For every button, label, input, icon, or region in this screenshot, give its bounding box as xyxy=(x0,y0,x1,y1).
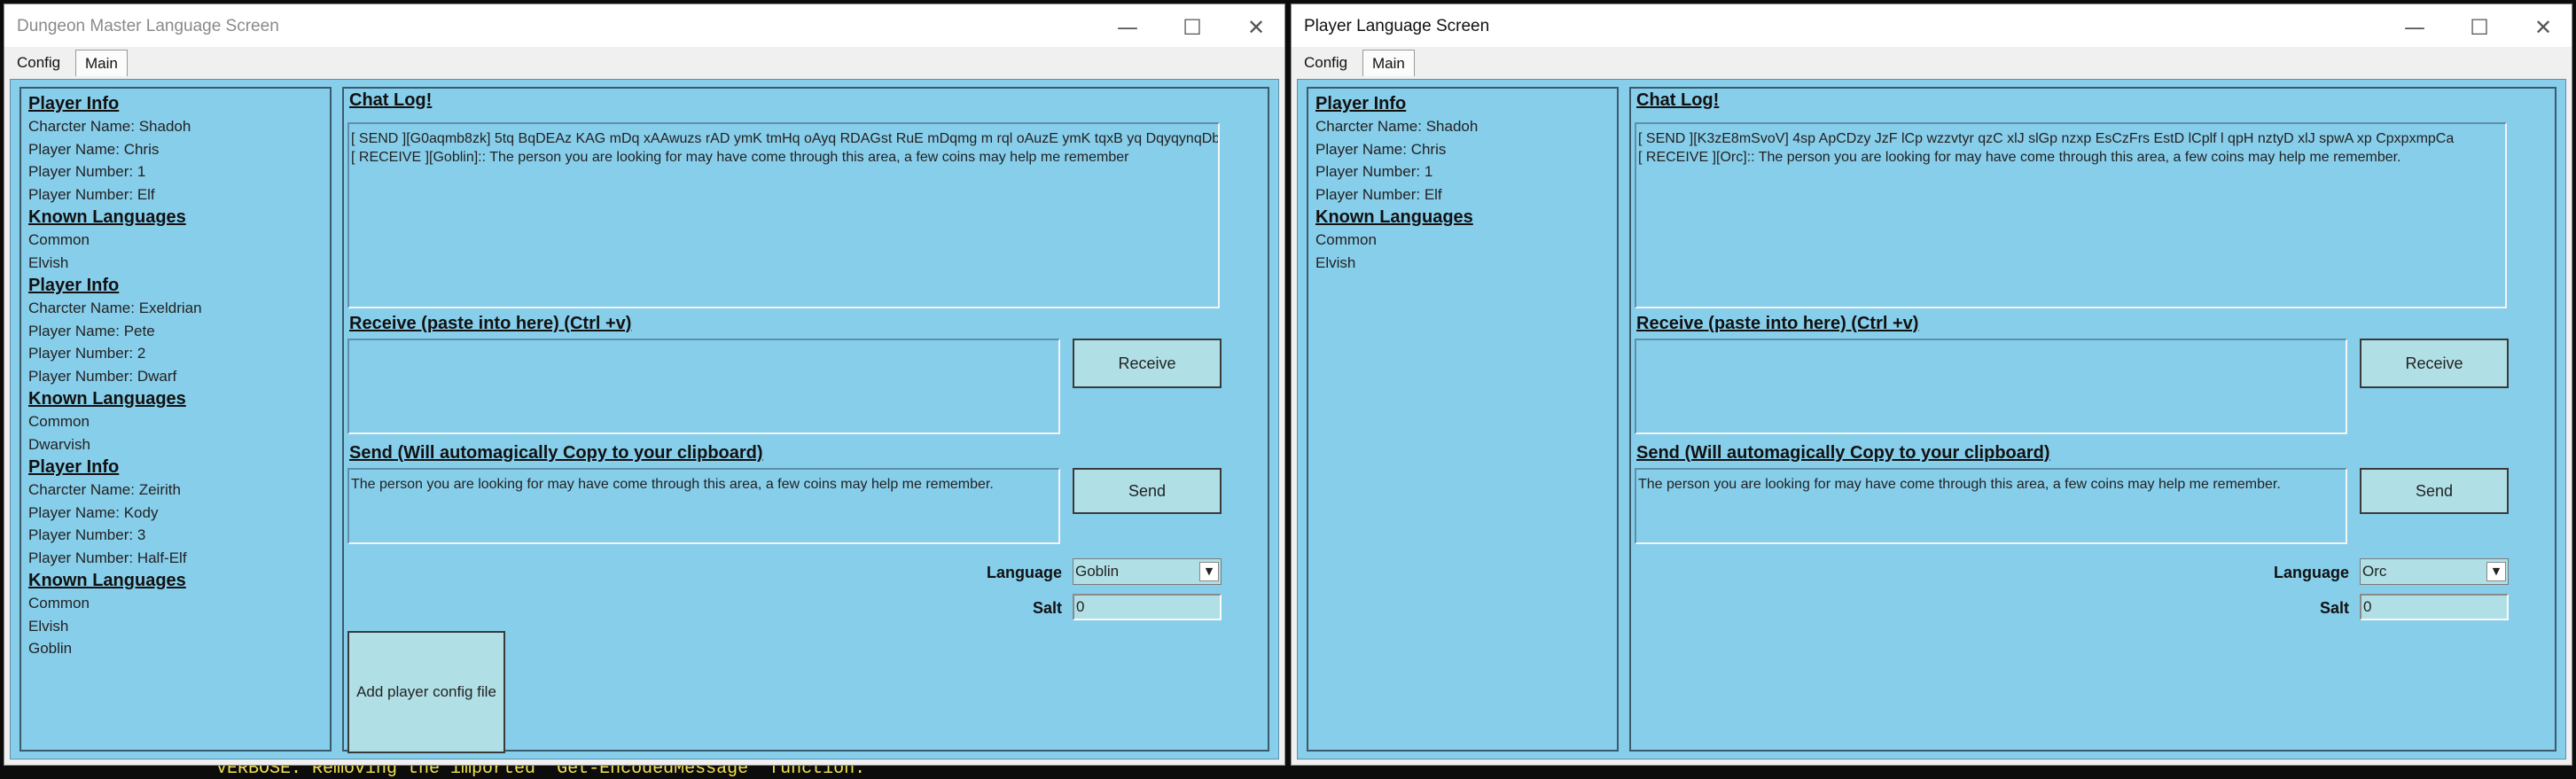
send-text: The person you are looking for may have … xyxy=(351,477,994,492)
known-languages-heading: Known Languages xyxy=(28,207,186,227)
tab-strip: Config Main xyxy=(4,47,1284,79)
chevron-down-icon[interactable]: ▼ xyxy=(1199,562,1219,581)
receive-label: Receive (paste into here) (Ctrl +v) xyxy=(349,314,632,333)
player-number: Player Number: 3 xyxy=(28,526,146,543)
language-item: Elvish xyxy=(1315,253,1356,271)
language-item: Common xyxy=(28,413,90,430)
player-name: Player Name: Kody xyxy=(28,503,159,521)
player-race: Player Number: Dwarf xyxy=(28,367,177,385)
character-name: Charcter Name: Exeldrian xyxy=(28,300,202,316)
receive-input[interactable] xyxy=(1635,339,2347,434)
language-value: Orc xyxy=(2362,563,2387,580)
minimize-icon[interactable]: — xyxy=(2395,12,2434,43)
salt-label: Salt xyxy=(2319,599,2349,617)
player-info-heading: Player Info xyxy=(28,457,120,477)
main-panel: Player Info Charcter Name: Shadoh Player… xyxy=(1297,79,2566,760)
receive-button[interactable]: Receive xyxy=(2360,339,2509,388)
minimize-icon[interactable]: — xyxy=(1108,12,1147,43)
send-label: Send (Will automagically Copy to your cl… xyxy=(1636,443,2050,463)
character-name: Charcter Name: Shadoh xyxy=(28,118,191,135)
send-input[interactable]: The person you are looking for may have … xyxy=(347,468,1060,544)
chat-area: Chat Log! [ SEND ][K3zE8mSvoV] 4sp ApCDz… xyxy=(1629,87,2556,752)
player-info-heading: Player Info xyxy=(28,94,120,113)
known-languages-heading: Known Languages xyxy=(1315,207,1473,227)
titlebar[interactable]: Player Language Screen — ☐ ✕ xyxy=(1292,4,2572,51)
chat-log-label: Chat Log! xyxy=(349,90,433,110)
known-languages-heading: Known Languages xyxy=(28,571,186,590)
send-text: The person you are looking for may have … xyxy=(1638,477,2281,492)
player-name: Player Name: Chris xyxy=(1315,140,1447,158)
titlebar[interactable]: Dungeon Master Language Screen — ☐ ✕ xyxy=(4,4,1284,51)
language-label: Language xyxy=(2273,564,2349,581)
player-number: Player Number: 2 xyxy=(28,345,146,362)
main-panel: Player Info Charcter Name: Shadoh Player… xyxy=(10,79,1279,760)
chat-area: Chat Log! [ SEND ][G0aqmb8zk] 5tq BqDEAz… xyxy=(342,87,1269,753)
tab-config[interactable]: Config xyxy=(1295,50,1356,76)
player-sidebar: Player Info Charcter Name: Shadoh Player… xyxy=(20,87,332,752)
player-number: Player Number: 1 xyxy=(28,163,146,180)
player-number: Player Number: 1 xyxy=(1315,163,1433,180)
chat-log[interactable]: [ SEND ][K3zE8mSvoV] 4sp ApCDzy JzF lCp … xyxy=(1635,122,2507,308)
language-value: Goblin xyxy=(1075,563,1120,580)
chat-line: [ SEND ][K3zE8mSvoV] 4sp ApCDzy JzF lCp … xyxy=(1638,131,2455,146)
tab-config[interactable]: Config xyxy=(8,50,69,76)
receive-input[interactable] xyxy=(347,339,1060,434)
known-languages-heading: Known Languages xyxy=(28,389,186,409)
player-info-heading: Player Info xyxy=(1315,94,1407,113)
language-item: Common xyxy=(28,231,90,248)
language-label: Language xyxy=(986,564,1062,581)
salt-input[interactable]: 0 xyxy=(2360,594,2509,620)
player-race: Player Number: Elf xyxy=(1315,185,1442,203)
window-title: Dungeon Master Language Screen xyxy=(17,17,279,35)
player-block: Player Info Charcter Name: Shadoh Player… xyxy=(1315,92,1610,274)
maximize-icon[interactable]: ☐ xyxy=(1173,12,1212,43)
chevron-down-icon[interactable]: ▼ xyxy=(2486,562,2506,581)
language-select[interactable]: Orc ▼ xyxy=(2360,558,2509,585)
language-item: Common xyxy=(1315,231,1377,248)
window-title: Player Language Screen xyxy=(1304,17,1490,35)
close-icon[interactable]: ✕ xyxy=(2524,12,2563,43)
language-item: Elvish xyxy=(28,253,69,271)
send-button[interactable]: Send xyxy=(2360,468,2509,514)
player-window: Player Language Screen — ☐ ✕ Config Main… xyxy=(1291,4,2572,766)
language-select[interactable]: Goblin ▼ xyxy=(1073,558,1222,585)
player-sidebar: Player Info Charcter Name: Shadoh Player… xyxy=(1307,87,1619,752)
character-name: Charcter Name: Shadoh xyxy=(1315,118,1479,135)
player-block: Player Info Charcter Name: Zeirith Playe… xyxy=(28,456,323,660)
send-button[interactable]: Send xyxy=(1073,468,1222,514)
close-icon[interactable]: ✕ xyxy=(1237,12,1276,43)
dm-window: Dungeon Master Language Screen — ☐ ✕ Con… xyxy=(4,4,1285,766)
language-item: Elvish xyxy=(28,617,69,635)
salt-input[interactable]: 0 xyxy=(1073,594,1222,620)
salt-label: Salt xyxy=(1032,599,1062,617)
chat-log[interactable]: [ SEND ][G0aqmb8zk] 5tq BqDEAz KAG mDq x… xyxy=(347,122,1220,308)
send-label: Send (Will automagically Copy to your cl… xyxy=(349,443,763,463)
chat-log-label: Chat Log! xyxy=(1636,90,1720,110)
tab-main[interactable]: Main xyxy=(75,50,128,76)
player-race: Player Number: Elf xyxy=(28,185,155,203)
chat-line: [ RECEIVE ][Goblin]:: The person you are… xyxy=(351,150,1129,165)
chat-line: [ RECEIVE ][Orc]:: The person you are lo… xyxy=(1638,150,2401,165)
language-item: Dwarvish xyxy=(28,435,90,453)
player-race: Player Number: Half-Elf xyxy=(28,549,187,566)
character-name: Charcter Name: Zeirith xyxy=(28,481,181,498)
player-info-heading: Player Info xyxy=(28,276,120,295)
receive-button[interactable]: Receive xyxy=(1073,339,1222,388)
language-item: Common xyxy=(28,595,90,612)
player-block: Player Info Charcter Name: Shadoh Player… xyxy=(28,92,323,274)
tab-strip: Config Main xyxy=(1292,47,2572,79)
player-name: Player Name: Pete xyxy=(28,322,155,339)
player-block: Player Info Charcter Name: Exeldrian Pla… xyxy=(28,274,323,456)
language-item: Goblin xyxy=(28,640,73,657)
tab-main[interactable]: Main xyxy=(1362,50,1415,76)
chat-line: [ SEND ][G0aqmb8zk] 5tq BqDEAz KAG mDq x… xyxy=(351,131,1220,146)
send-input[interactable]: The person you are looking for may have … xyxy=(1635,468,2347,544)
maximize-icon[interactable]: ☐ xyxy=(2460,12,2499,43)
add-player-config-button[interactable]: Add player config file xyxy=(347,631,505,753)
receive-label: Receive (paste into here) (Ctrl +v) xyxy=(1636,314,1919,333)
player-name: Player Name: Chris xyxy=(28,140,160,158)
